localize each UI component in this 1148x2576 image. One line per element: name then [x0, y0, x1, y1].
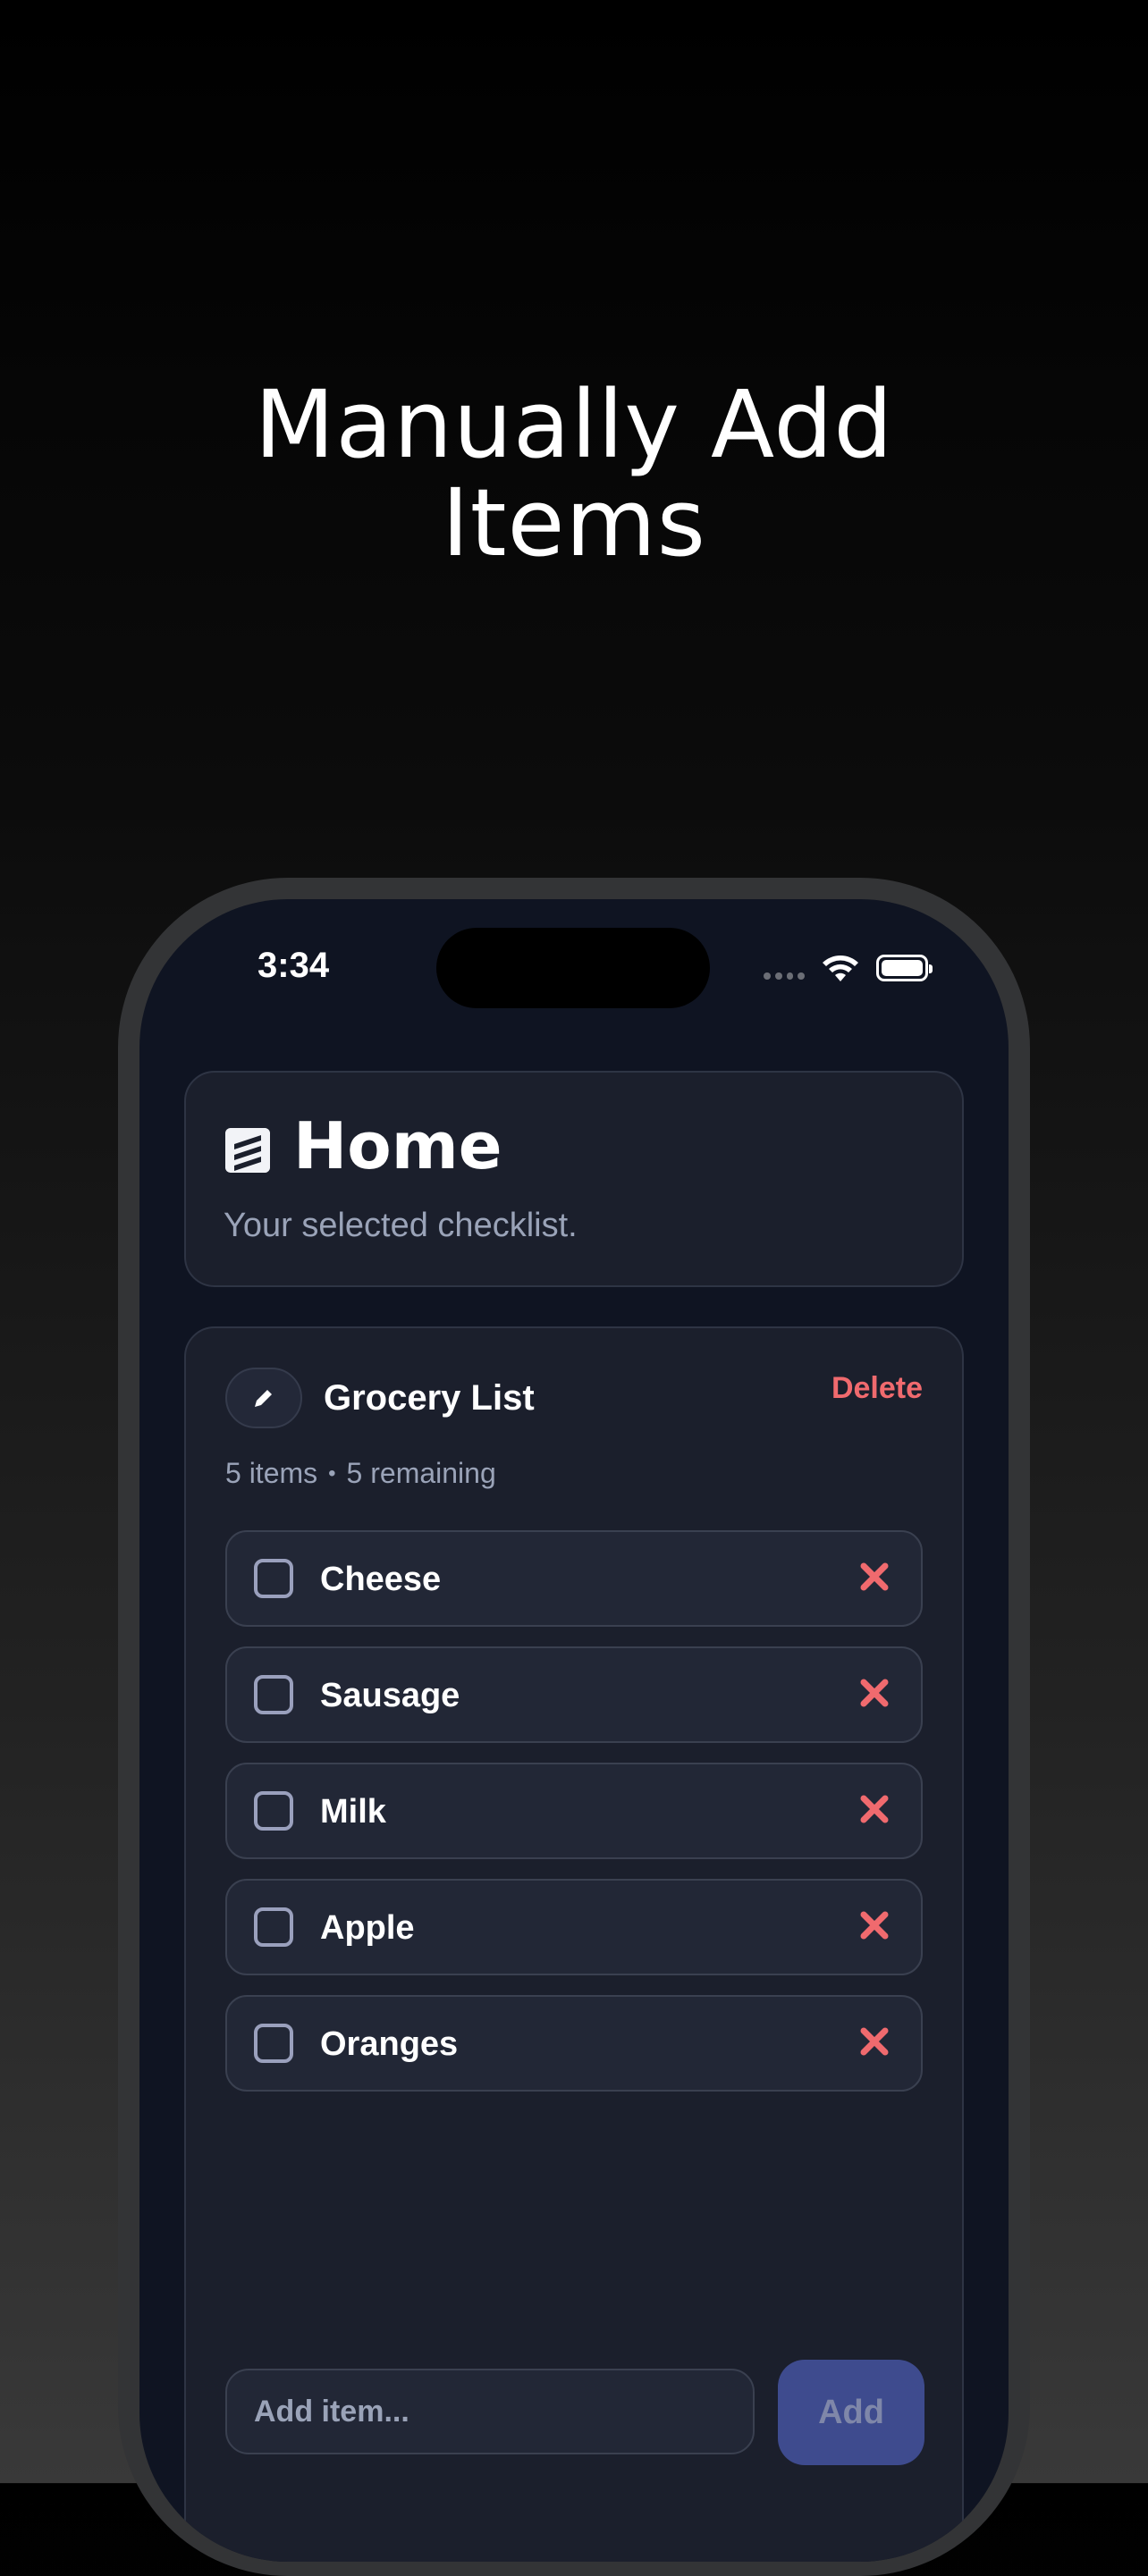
page-subtitle: Your selected checklist. [224, 1207, 578, 1244]
pencil-icon [255, 1390, 272, 1407]
phone-screen: 3:34 Home Your selected checklist. Groce… [139, 899, 1009, 2562]
cellular-signal-icon [764, 972, 805, 980]
item-label: Sausage [320, 1677, 460, 1714]
add-item-button[interactable]: Add [778, 2360, 924, 2465]
remaining-count: 5 remaining [346, 1457, 496, 1489]
status-time: 3:34 [257, 946, 330, 985]
edit-title-button[interactable] [225, 1368, 302, 1428]
list-item: Milk [225, 1763, 923, 1859]
page-title: Home [293, 1108, 502, 1183]
marketing-headline: Manually Add Items [0, 375, 1148, 572]
list-item: Oranges [225, 1995, 923, 2092]
checklist-card: Grocery List Delete 5 items • 5 remainin… [184, 1326, 964, 2562]
item-checkbox[interactable] [254, 1559, 293, 1598]
wifi-icon [823, 955, 858, 981]
checklist-meta: 5 items • 5 remaining [225, 1457, 496, 1490]
delete-checklist-button[interactable]: Delete [831, 1371, 923, 1406]
item-checkbox[interactable] [254, 1675, 293, 1714]
remove-item-icon[interactable] [857, 1675, 892, 1711]
meta-separator: • [328, 1461, 336, 1486]
list-item: Cheese [225, 1530, 923, 1627]
remove-item-icon[interactable] [857, 1791, 892, 1827]
headline-line-1: Manually Add [254, 370, 894, 479]
home-header-card: Home Your selected checklist. [184, 1071, 964, 1287]
dynamic-island [436, 928, 710, 1008]
remove-item-icon[interactable] [857, 1559, 892, 1595]
headline-line-2: Items [442, 468, 706, 577]
item-label: Milk [320, 1793, 386, 1831]
remove-item-icon[interactable] [857, 2024, 892, 2059]
item-label: Cheese [320, 1561, 442, 1598]
item-label: Apple [320, 1909, 415, 1947]
list-item: Sausage [225, 1646, 923, 1743]
checklist-items: Cheese Sausage Milk Apple Oranges [225, 1530, 923, 2111]
item-checkbox[interactable] [254, 1907, 293, 1947]
checklist-title: Grocery List [324, 1378, 535, 1418]
checklist-stack-icon [225, 1128, 270, 1173]
item-label: Oranges [320, 2025, 459, 2063]
item-checkbox[interactable] [254, 1791, 293, 1831]
battery-icon [876, 955, 933, 981]
add-item-input[interactable] [225, 2369, 755, 2454]
remove-item-icon[interactable] [857, 1907, 892, 1943]
item-count: 5 items [225, 1457, 318, 1489]
item-checkbox[interactable] [254, 2024, 293, 2063]
list-item: Apple [225, 1879, 923, 1975]
